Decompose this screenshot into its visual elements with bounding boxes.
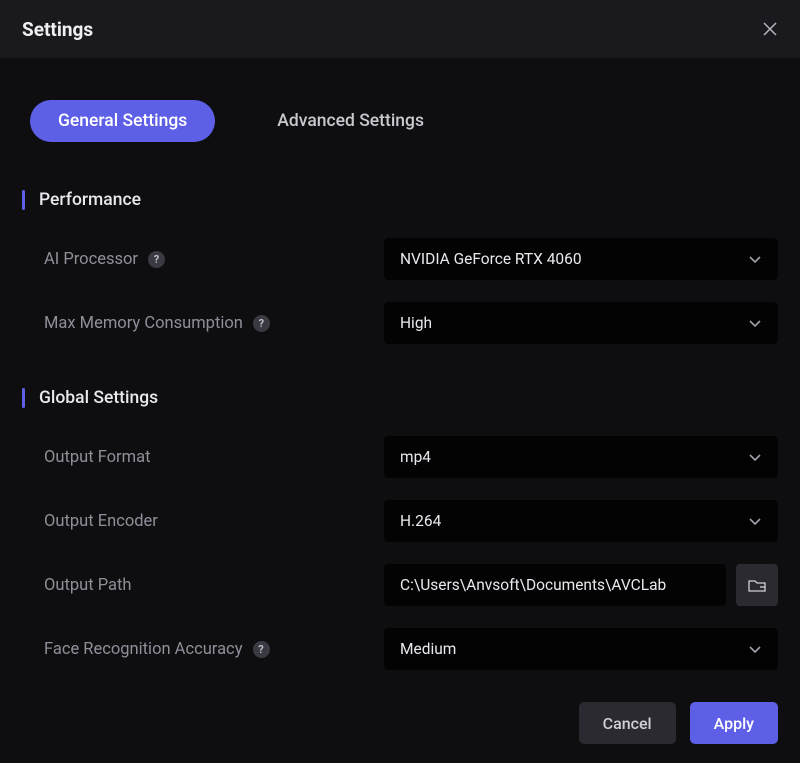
field-output-path: Output Path C:\Users\Anvsoft\Documents\A… [22,564,778,606]
footer: Cancel Apply [0,683,800,763]
tab-advanced[interactable]: Advanced Settings [249,100,452,142]
label-face-recognition: Face Recognition Accuracy ? [44,640,384,659]
settings-title: Settings [22,18,93,41]
tabs: General Settings Advanced Settings [22,100,778,142]
select-value-face-recognition: Medium [400,640,456,658]
field-face-recognition: Face Recognition Accuracy ? Medium [22,628,778,670]
field-output-encoder: Output Encoder H.264 [22,500,778,542]
browse-button[interactable] [736,564,778,606]
apply-button[interactable]: Apply [690,702,778,744]
select-value-ai-processor: NVIDIA GeForce RTX 4060 [400,250,582,268]
close-icon[interactable] [762,21,778,37]
control-output-format: mp4 [384,436,778,478]
field-output-format: Output Format mp4 [22,436,778,478]
cancel-button[interactable]: Cancel [579,702,676,744]
input-output-path[interactable]: C:\Users\Anvsoft\Documents\AVCLab [384,564,726,606]
help-icon[interactable]: ? [253,641,270,658]
select-output-encoder[interactable]: H.264 [384,500,778,542]
section-header-global: Global Settings [22,388,778,408]
label-output-path: Output Path [44,576,384,595]
section-marker [22,388,25,408]
chevron-down-icon [748,514,762,528]
select-max-memory[interactable]: High [384,302,778,344]
field-max-memory: Max Memory Consumption ? High [22,302,778,344]
select-value-max-memory: High [400,314,432,332]
select-value-output-encoder: H.264 [400,512,441,530]
chevron-down-icon [748,642,762,656]
chevron-down-icon [748,252,762,266]
chevron-down-icon [748,450,762,464]
settings-header: Settings [0,0,800,58]
chevron-down-icon [748,316,762,330]
label-text-output-format: Output Format [44,448,151,467]
section-header-performance: Performance [22,190,778,210]
section-global: Global Settings Output Format mp4 Output… [22,388,778,670]
tab-general[interactable]: General Settings [30,100,215,142]
label-ai-processor: AI Processor ? [44,250,384,269]
select-ai-processor[interactable]: NVIDIA GeForce RTX 4060 [384,238,778,280]
label-output-format: Output Format [44,448,384,467]
input-value-output-path: C:\Users\Anvsoft\Documents\AVCLab [400,576,666,594]
label-text-max-memory: Max Memory Consumption [44,314,243,333]
control-max-memory: High [384,302,778,344]
help-icon[interactable]: ? [253,315,270,332]
label-text-output-encoder: Output Encoder [44,512,158,531]
control-output-path: C:\Users\Anvsoft\Documents\AVCLab [384,564,778,606]
select-face-recognition[interactable]: Medium [384,628,778,670]
control-face-recognition: Medium [384,628,778,670]
folder-icon [748,578,766,593]
select-value-output-format: mp4 [400,448,431,466]
help-icon[interactable]: ? [148,251,165,268]
section-title-global: Global Settings [39,388,158,408]
select-output-format[interactable]: mp4 [384,436,778,478]
settings-content: General Settings Advanced Settings Perfo… [0,58,800,670]
section-performance: Performance AI Processor ? NVIDIA GeForc… [22,190,778,344]
control-ai-processor: NVIDIA GeForce RTX 4060 [384,238,778,280]
section-title-performance: Performance [39,190,141,210]
label-text-face-recognition: Face Recognition Accuracy [44,640,243,659]
label-text-output-path: Output Path [44,576,131,595]
control-output-encoder: H.264 [384,500,778,542]
label-output-encoder: Output Encoder [44,512,384,531]
label-max-memory: Max Memory Consumption ? [44,314,384,333]
section-marker [22,190,25,210]
label-text-ai-processor: AI Processor [44,250,138,269]
field-ai-processor: AI Processor ? NVIDIA GeForce RTX 4060 [22,238,778,280]
